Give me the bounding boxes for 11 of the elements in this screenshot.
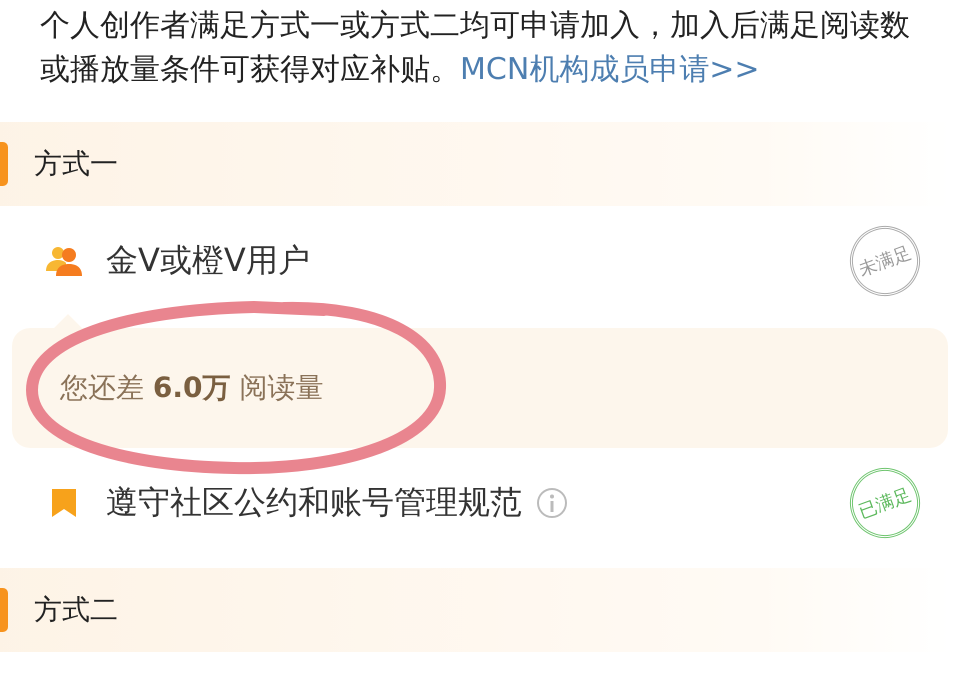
intro-paragraph: 个人创作者满足方式一或方式二均可申请加入，加入后满足阅读数或播放量条件可获得对应补贴。MCN机构成员申请>> <box>40 7 911 89</box>
info-icon[interactable] <box>536 487 568 519</box>
section-title: 方式一 <box>34 146 118 182</box>
people-icon <box>44 245 84 277</box>
hint-text: 您还差 6.0万 阅读量 <box>60 370 324 406</box>
accent-bar <box>0 588 8 632</box>
requirement-label: 遵守社区公约和账号管理规范 <box>106 482 522 523</box>
section-title: 方式二 <box>34 592 118 628</box>
accent-bar <box>0 142 8 186</box>
requirement-label: 金V或橙V用户 <box>106 240 310 281</box>
mcn-apply-link[interactable]: MCN机构成员申请>> <box>460 52 760 87</box>
